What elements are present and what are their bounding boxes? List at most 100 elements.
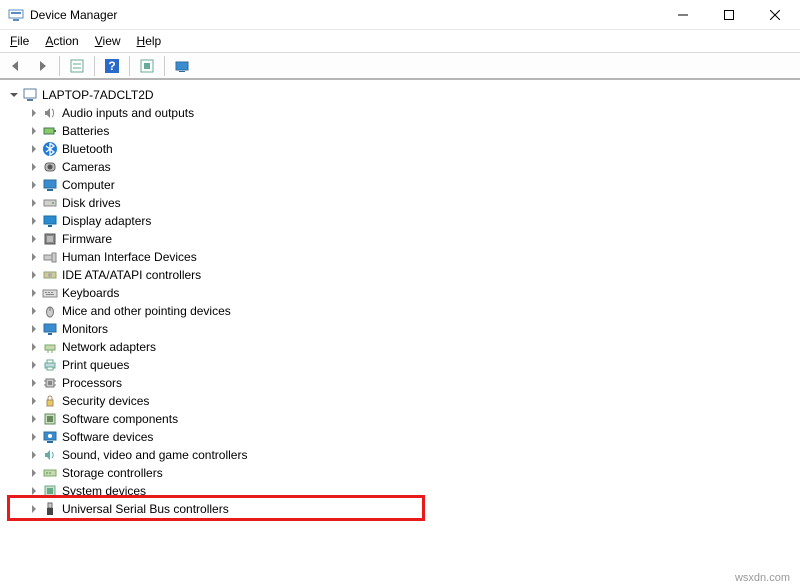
device-node-hid[interactable]: Human Interface Devices bbox=[6, 248, 800, 266]
caret-right-icon[interactable] bbox=[28, 197, 40, 209]
bluetooth-icon bbox=[42, 141, 58, 157]
device-node-swdev[interactable]: Software devices bbox=[6, 428, 800, 446]
computer-icon bbox=[22, 87, 38, 103]
menu-action[interactable]: Action bbox=[39, 32, 88, 50]
firmware-icon bbox=[42, 231, 58, 247]
device-node-usb[interactable]: Universal Serial Bus controllers bbox=[6, 500, 800, 518]
help-button[interactable]: ? bbox=[100, 55, 124, 77]
toolbar-separator bbox=[164, 56, 165, 76]
device-label: System devices bbox=[62, 484, 146, 498]
device-label: Monitors bbox=[62, 322, 108, 336]
tree-root[interactable]: LAPTOP-7ADCLT2D bbox=[6, 86, 800, 104]
device-label: Print queues bbox=[62, 358, 129, 372]
device-node-batteries[interactable]: Batteries bbox=[6, 122, 800, 140]
caret-right-icon[interactable] bbox=[28, 125, 40, 137]
caret-right-icon[interactable] bbox=[28, 179, 40, 191]
security-icon bbox=[42, 393, 58, 409]
device-label: Storage controllers bbox=[62, 466, 163, 480]
speaker-icon bbox=[42, 105, 58, 121]
caret-right-icon[interactable] bbox=[28, 377, 40, 389]
device-label: Disk drives bbox=[62, 196, 121, 210]
device-label: Bluetooth bbox=[62, 142, 113, 156]
caret-right-icon[interactable] bbox=[28, 251, 40, 263]
sound-icon bbox=[42, 447, 58, 463]
back-button[interactable] bbox=[4, 55, 28, 77]
caret-right-icon[interactable] bbox=[28, 503, 40, 515]
device-label: Mice and other pointing devices bbox=[62, 304, 231, 318]
caret-right-icon[interactable] bbox=[28, 161, 40, 173]
caret-right-icon[interactable] bbox=[28, 467, 40, 479]
usb-icon bbox=[42, 501, 58, 517]
caret-right-icon[interactable] bbox=[28, 395, 40, 407]
titlebar: Device Manager bbox=[0, 0, 800, 30]
device-node-computer[interactable]: Computer bbox=[6, 176, 800, 194]
caret-right-icon[interactable] bbox=[28, 143, 40, 155]
caret-right-icon[interactable] bbox=[28, 341, 40, 353]
device-node-network[interactable]: Network adapters bbox=[6, 338, 800, 356]
device-node-security[interactable]: Security devices bbox=[6, 392, 800, 410]
caret-right-icon[interactable] bbox=[28, 323, 40, 335]
caret-right-icon[interactable] bbox=[28, 233, 40, 245]
minimize-button[interactable] bbox=[660, 0, 706, 30]
device-label: Keyboards bbox=[62, 286, 119, 300]
device-label: Human Interface Devices bbox=[62, 250, 197, 264]
svg-text:?: ? bbox=[108, 59, 115, 73]
properties-button[interactable] bbox=[170, 55, 194, 77]
device-label: IDE ATA/ATAPI controllers bbox=[62, 268, 201, 282]
caret-right-icon[interactable] bbox=[28, 359, 40, 371]
device-node-system[interactable]: System devices bbox=[6, 482, 800, 500]
caret-right-icon[interactable] bbox=[28, 215, 40, 227]
root-label: LAPTOP-7ADCLT2D bbox=[42, 88, 154, 102]
device-node-mice[interactable]: Mice and other pointing devices bbox=[6, 302, 800, 320]
scan-hardware-button[interactable] bbox=[135, 55, 159, 77]
caret-down-icon[interactable] bbox=[8, 89, 20, 101]
device-node-swcomp[interactable]: Software components bbox=[6, 410, 800, 428]
device-label: Firmware bbox=[62, 232, 112, 246]
device-node-processors[interactable]: Processors bbox=[6, 374, 800, 392]
window-title: Device Manager bbox=[30, 8, 660, 22]
camera-icon bbox=[42, 159, 58, 175]
menu-view[interactable]: View bbox=[89, 32, 131, 50]
keyboard-icon bbox=[42, 285, 58, 301]
device-node-storage[interactable]: Storage controllers bbox=[6, 464, 800, 482]
device-node-firmware[interactable]: Firmware bbox=[6, 230, 800, 248]
device-node-keyboards[interactable]: Keyboards bbox=[6, 284, 800, 302]
device-node-ide[interactable]: IDE ATA/ATAPI controllers bbox=[6, 266, 800, 284]
device-node-monitors[interactable]: Monitors bbox=[6, 320, 800, 338]
caret-right-icon[interactable] bbox=[28, 287, 40, 299]
device-node-print[interactable]: Print queues bbox=[6, 356, 800, 374]
show-hide-tree-button[interactable] bbox=[65, 55, 89, 77]
device-node-cameras[interactable]: Cameras bbox=[6, 158, 800, 176]
device-label: Audio inputs and outputs bbox=[62, 106, 194, 120]
device-node-display[interactable]: Display adapters bbox=[6, 212, 800, 230]
close-button[interactable] bbox=[752, 0, 798, 30]
printer-icon bbox=[42, 357, 58, 373]
forward-button[interactable] bbox=[30, 55, 54, 77]
caret-right-icon[interactable] bbox=[28, 305, 40, 317]
ide-icon bbox=[42, 267, 58, 283]
maximize-button[interactable] bbox=[706, 0, 752, 30]
caret-right-icon[interactable] bbox=[28, 485, 40, 497]
device-label: Batteries bbox=[62, 124, 109, 138]
hid-icon bbox=[42, 249, 58, 265]
device-node-audio[interactable]: Audio inputs and outputs bbox=[6, 104, 800, 122]
storage-icon bbox=[42, 465, 58, 481]
caret-right-icon[interactable] bbox=[28, 269, 40, 281]
device-tree: LAPTOP-7ADCLT2D Audio inputs and outputs… bbox=[0, 80, 800, 524]
menu-help[interactable]: Help bbox=[131, 32, 172, 50]
caret-right-icon[interactable] bbox=[28, 413, 40, 425]
device-node-bluetooth[interactable]: Bluetooth bbox=[6, 140, 800, 158]
device-label: Network adapters bbox=[62, 340, 156, 354]
device-node-sound[interactable]: Sound, video and game controllers bbox=[6, 446, 800, 464]
device-node-disk[interactable]: Disk drives bbox=[6, 194, 800, 212]
caret-right-icon[interactable] bbox=[28, 431, 40, 443]
caret-right-icon[interactable] bbox=[28, 449, 40, 461]
device-label: Universal Serial Bus controllers bbox=[62, 502, 229, 516]
device-label: Software devices bbox=[62, 430, 153, 444]
device-label: Computer bbox=[62, 178, 115, 192]
menu-file[interactable]: File bbox=[4, 32, 39, 50]
caret-right-icon[interactable] bbox=[28, 107, 40, 119]
menubar: File Action View Help bbox=[0, 30, 800, 52]
device-label: Sound, video and game controllers bbox=[62, 448, 247, 462]
battery-icon bbox=[42, 123, 58, 139]
